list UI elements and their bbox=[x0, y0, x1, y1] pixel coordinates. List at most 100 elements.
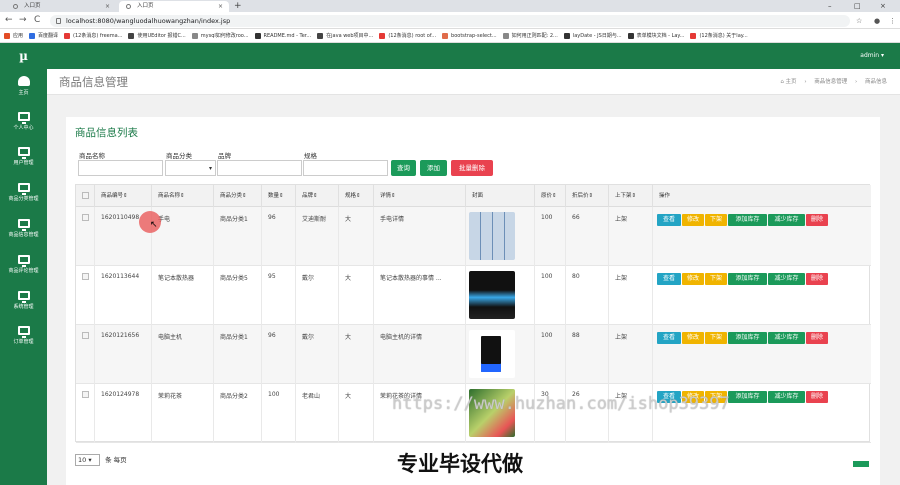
row-action-button[interactable]: 删除 bbox=[806, 214, 828, 226]
search-button[interactable]: 查询 bbox=[391, 160, 416, 176]
bookmark-label: 在java web项目中... bbox=[326, 33, 374, 39]
add-button[interactable]: 添加 bbox=[420, 160, 447, 176]
bookmark-label: layDate - JS日期与... bbox=[572, 33, 622, 39]
column-header[interactable]: 品牌⇕ bbox=[295, 185, 338, 207]
row-action-button[interactable]: 查看 bbox=[657, 332, 681, 344]
breadcrumb-home[interactable]: ⌂ 主页 bbox=[780, 79, 796, 85]
bookmark-item[interactable]: layDate - JS日期与... bbox=[563, 29, 622, 42]
row-action-button[interactable]: 减少库存 bbox=[768, 214, 805, 226]
page-size-value: 10 bbox=[78, 456, 87, 464]
column-header[interactable]: 上下架⇕ bbox=[608, 185, 652, 207]
column-header[interactable]: 数量⇕ bbox=[261, 185, 295, 207]
row-action-button[interactable]: 删除 bbox=[806, 332, 828, 344]
page-title: 商品信息管理 bbox=[59, 75, 128, 89]
back-icon[interactable]: ← bbox=[5, 14, 13, 26]
reload-icon[interactable]: C bbox=[34, 14, 40, 26]
row-action-button[interactable]: 查看 bbox=[657, 273, 681, 285]
row-action-button[interactable]: 修改 bbox=[682, 332, 704, 344]
sidebar-item[interactable]: 主页 bbox=[0, 76, 47, 96]
minimize-icon[interactable]: – bbox=[828, 0, 832, 12]
column-header[interactable]: 商品分类⇕ bbox=[213, 185, 261, 207]
row-action-button[interactable]: 添加库存 bbox=[728, 214, 767, 226]
table-cell-discount: 80 bbox=[565, 266, 608, 325]
column-header[interactable]: 折后价⇕ bbox=[565, 185, 608, 207]
select-all-checkbox[interactable] bbox=[82, 192, 89, 199]
bookmark-item[interactable]: 使用UEditor 报错C... bbox=[128, 29, 186, 42]
forward-icon[interactable]: → bbox=[19, 14, 27, 26]
bookmark-star-icon[interactable]: ☆ bbox=[856, 15, 862, 27]
sidebar-item[interactable]: 系统管理 bbox=[0, 291, 47, 310]
row-action-button[interactable]: 删除 bbox=[806, 273, 828, 285]
row-action-button[interactable]: 删除 bbox=[806, 391, 828, 403]
new-tab-icon[interactable]: + bbox=[234, 0, 242, 12]
row-checkbox[interactable] bbox=[82, 273, 89, 280]
row-action-button[interactable]: 修改 bbox=[682, 273, 704, 285]
back-to-top-button[interactable] bbox=[853, 461, 869, 467]
column-header[interactable]: 商品名称⇕ bbox=[151, 185, 213, 207]
row-action-button[interactable]: 下架 bbox=[705, 214, 727, 226]
menu-icon[interactable]: ⋮ bbox=[889, 15, 896, 27]
page-header: 商品信息管理 ⌂ 主页 › 商品信息管理 › 商品信息 bbox=[47, 69, 900, 95]
sidebar-item[interactable]: 商品评论管理 bbox=[0, 255, 47, 274]
bookmark-item[interactable]: README.md - Ter... bbox=[254, 29, 311, 42]
tab-close-icon[interactable]: × bbox=[218, 1, 223, 12]
monitor-icon bbox=[17, 326, 30, 338]
row-action-button[interactable]: 添加库存 bbox=[728, 391, 767, 403]
table-cell-name: 手电 bbox=[151, 207, 213, 266]
profile-icon[interactable]: ● bbox=[874, 15, 880, 27]
bookmark-item[interactable]: (12条消息) root of... bbox=[379, 29, 436, 42]
row-action-button[interactable]: 减少库存 bbox=[768, 273, 805, 285]
category-select[interactable]: ▾ bbox=[165, 160, 216, 176]
column-header[interactable]: 封面 bbox=[465, 185, 534, 207]
bookmark-item[interactable]: mysql如何修改roo... bbox=[191, 29, 249, 42]
column-header[interactable]: 规格⇕ bbox=[338, 185, 373, 207]
bookmark-item[interactable]: 应用 bbox=[4, 29, 23, 42]
tab-close-icon[interactable]: × bbox=[105, 1, 110, 12]
sidebar-item[interactable]: 商品信息管理 bbox=[0, 219, 47, 238]
breadcrumb-section[interactable]: 商品信息管理 bbox=[814, 79, 847, 85]
row-action-button[interactable]: 修改 bbox=[682, 214, 704, 226]
sidebar-item[interactable]: 订单管理 bbox=[0, 326, 47, 345]
row-action-button[interactable]: 查看 bbox=[657, 214, 681, 226]
row-action-button[interactable]: 减少库存 bbox=[768, 332, 805, 344]
row-action-button[interactable]: 下架 bbox=[705, 332, 727, 344]
batch-delete-button[interactable]: 批量删除 bbox=[451, 160, 493, 176]
maximize-icon[interactable]: □ bbox=[854, 0, 861, 12]
sidebar-item[interactable]: 用户管理 bbox=[0, 147, 47, 166]
browser-tab[interactable]: 入口页 × bbox=[6, 1, 116, 12]
bookmark-item[interactable]: 表单模块文档 - Lay... bbox=[627, 29, 684, 42]
breadcrumb-separator: › bbox=[855, 79, 858, 85]
close-window-icon[interactable]: × bbox=[880, 0, 886, 12]
sidebar-item[interactable]: 个人中心 bbox=[0, 112, 47, 131]
brand-input[interactable] bbox=[217, 160, 302, 176]
table-cell-orig: 100 bbox=[534, 325, 565, 384]
row-action-button[interactable]: 添加库存 bbox=[728, 332, 767, 344]
bookmark-item[interactable]: (12条消息) 关于lay... bbox=[690, 29, 748, 42]
spec-input[interactable] bbox=[303, 160, 388, 176]
row-checkbox[interactable] bbox=[82, 214, 89, 221]
table-cell-brand: 戴尔 bbox=[295, 325, 338, 384]
row-checkbox[interactable] bbox=[82, 332, 89, 339]
user-menu[interactable]: admin ▾ bbox=[860, 43, 884, 69]
column-header[interactable]: 商品编号⇕ bbox=[94, 185, 151, 207]
url-input[interactable]: localhost:8080/wangluodalhuowangzhan/ind… bbox=[50, 15, 850, 27]
column-header[interactable]: 操作 bbox=[652, 185, 871, 207]
bookmark-label: mysql如何修改roo... bbox=[200, 33, 249, 39]
page-size-select[interactable]: 10 ▾ bbox=[75, 454, 100, 466]
table-cell-spec: 大 bbox=[338, 384, 373, 443]
bookmark-item[interactable]: 百度翻译 bbox=[29, 29, 58, 42]
sidebar-item[interactable]: 商品分类管理 bbox=[0, 183, 47, 202]
bookmark-item[interactable]: bootstrap-select... bbox=[442, 29, 497, 42]
table-row: 1620110498 手电 商品分类1 96 艾迪斯耐大手电详情 100 66 上架 查看 修改下… bbox=[76, 207, 871, 266]
row-action-button[interactable]: 减少库存 bbox=[768, 391, 805, 403]
column-header[interactable]: 原价⇕ bbox=[534, 185, 565, 207]
row-action-button[interactable]: 添加库存 bbox=[728, 273, 767, 285]
column-header[interactable]: 详情⇕ bbox=[373, 185, 465, 207]
bookmark-item[interactable]: 在java web项目中... bbox=[317, 29, 374, 42]
product-name-input[interactable] bbox=[78, 160, 163, 176]
row-action-button[interactable]: 下架 bbox=[705, 273, 727, 285]
browser-tab-active[interactable]: 入口页 × bbox=[119, 1, 229, 12]
bookmark-item[interactable]: 如何用正则匹配: 2... bbox=[502, 29, 558, 42]
row-checkbox[interactable] bbox=[82, 391, 89, 398]
bookmark-item[interactable]: (12条消息) freema... bbox=[64, 29, 122, 42]
